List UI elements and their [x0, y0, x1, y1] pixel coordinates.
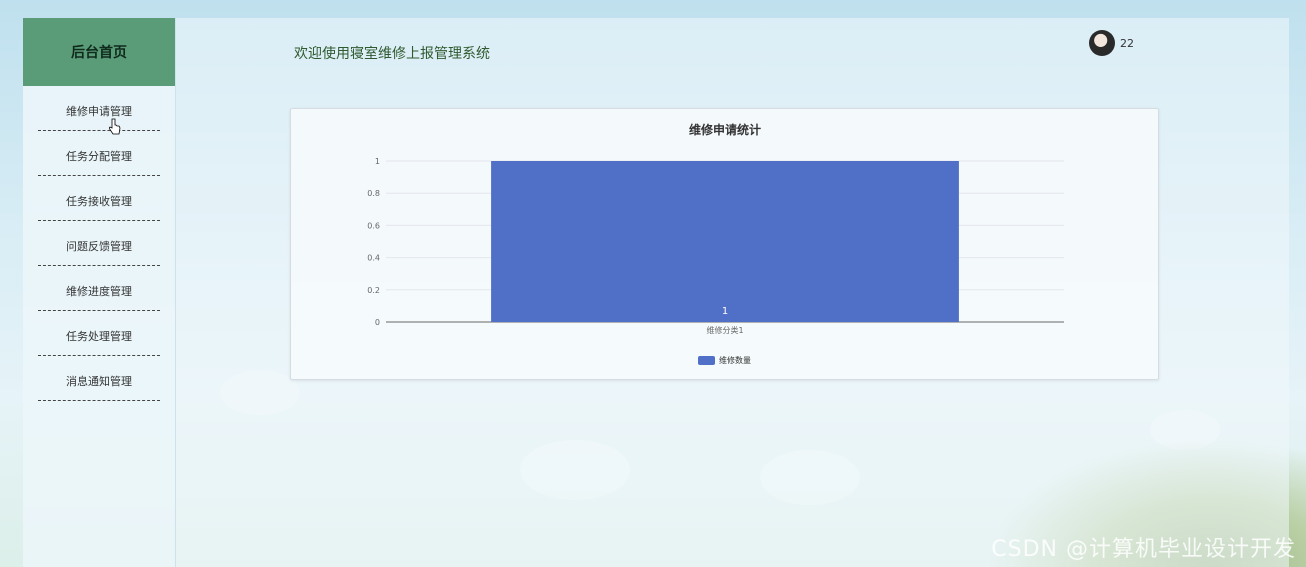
- sidebar-item-feedback[interactable]: 问题反馈管理: [38, 221, 160, 266]
- sidebar-item-task-assignment[interactable]: 任务分配管理: [38, 131, 160, 176]
- y-tick-label: 0: [375, 318, 380, 327]
- sidebar: 后台首页 维修申请管理 任务分配管理 任务接收管理 问题反馈管理 维修进度管理 …: [23, 18, 176, 567]
- y-tick-label: 0.8: [367, 189, 380, 198]
- hand-cursor-icon: [109, 118, 121, 135]
- sidebar-menu: 维修申请管理 任务分配管理 任务接收管理 问题反馈管理 维修进度管理 任务处理管…: [23, 86, 175, 401]
- user-info[interactable]: 22: [1089, 30, 1134, 56]
- bar: [491, 161, 959, 322]
- y-tick-label: 1: [375, 157, 380, 166]
- sidebar-item-task-receipt[interactable]: 任务接收管理: [38, 176, 160, 221]
- bar-chart: 维修申请统计 0 0.2 0.4 0.6 0.8 1 1 维修分类1 维修数量: [367, 122, 1064, 365]
- sidebar-item-task-processing[interactable]: 任务处理管理: [38, 311, 160, 356]
- avatar[interactable]: [1089, 30, 1115, 56]
- chart-card: 维修申请统计 0 0.2 0.4 0.6 0.8 1 1 维修分类1 维修数量: [290, 108, 1159, 380]
- watermark: CSDN @计算机毕业设计开发: [991, 537, 1296, 562]
- page-title: 欢迎使用寝室维修上报管理系统: [294, 46, 490, 62]
- user-label: 22: [1120, 36, 1134, 50]
- legend-label: 维修数量: [719, 355, 751, 365]
- bar-data-label: 1: [722, 306, 728, 317]
- y-tick-label: 0.4: [367, 254, 380, 263]
- y-tick-label: 0.6: [367, 221, 380, 230]
- chart-title: 维修申请统计: [689, 122, 761, 137]
- sidebar-item-repair-request[interactable]: 维修申请管理: [38, 86, 160, 131]
- sidebar-item-repair-progress[interactable]: 维修进度管理: [38, 266, 160, 311]
- x-tick-label: 维修分类1: [706, 325, 743, 335]
- y-tick-label: 0.2: [367, 286, 380, 295]
- sidebar-item-notifications[interactable]: 消息通知管理: [38, 356, 160, 401]
- legend-swatch: [698, 356, 715, 365]
- sidebar-title[interactable]: 后台首页: [23, 18, 175, 86]
